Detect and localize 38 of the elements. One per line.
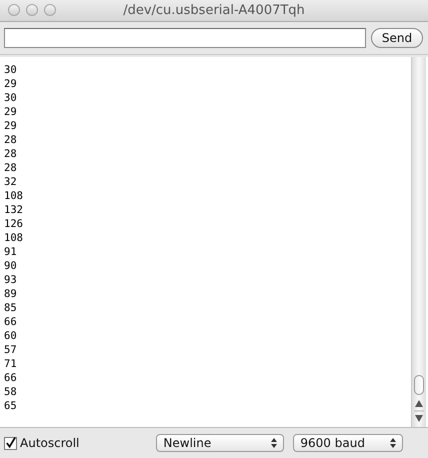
output-line: 85: [4, 301, 17, 315]
output-line: 90: [4, 259, 17, 273]
baud-rate-dropdown[interactable]: 9600 baud: [293, 434, 404, 452]
output-line: 71: [4, 357, 17, 371]
input-field[interactable]: [4, 28, 366, 48]
output-line: 108: [4, 189, 23, 203]
autoscroll-checkbox[interactable]: [4, 436, 17, 450]
output-line: 57: [4, 343, 17, 357]
scrollbar-thumb[interactable]: [414, 375, 424, 395]
output-line: 28: [4, 147, 17, 161]
output-line: 29: [4, 105, 17, 119]
output-line: 66: [4, 315, 17, 329]
stepper-arrows-icon: [270, 437, 278, 449]
output-line: 93: [4, 273, 17, 287]
output-line: 65: [4, 399, 17, 413]
output-line: 60: [4, 329, 17, 343]
output-line: 28: [4, 133, 17, 147]
output-line: 30: [4, 91, 17, 105]
output-line: 89: [4, 287, 17, 301]
autoscroll-label: Autoscroll: [20, 436, 80, 450]
output-line: 29: [4, 119, 17, 133]
output-line: 30: [4, 63, 17, 77]
output-line: 29: [4, 77, 17, 91]
output-line: 91: [4, 245, 17, 259]
output-line: 32: [4, 175, 17, 189]
output-line: 132: [4, 203, 23, 217]
stepper-arrows-icon: [389, 437, 398, 449]
output-line: 58: [4, 385, 17, 399]
output-line: 108: [4, 231, 23, 245]
zoom-button[interactable]: [44, 4, 56, 16]
output-line: 28: [4, 161, 17, 175]
line-ending-dropdown[interactable]: Newline: [156, 434, 284, 452]
window-title: /dev/cu.usbserial-A4007Tqh: [123, 3, 305, 18]
close-button[interactable]: [8, 4, 20, 16]
output-line: 126: [4, 217, 23, 231]
minimize-button[interactable]: [26, 4, 38, 16]
output-line: 66: [4, 371, 17, 385]
send-button[interactable]: Send: [371, 28, 423, 48]
